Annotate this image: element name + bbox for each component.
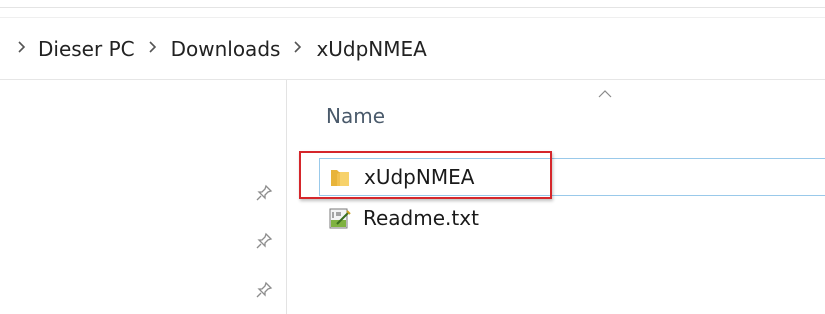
chevron-right-icon[interactable] <box>286 41 310 57</box>
navigation-pane <box>0 80 286 314</box>
breadcrumb-item-xudpnmea[interactable]: xUdpNMEA <box>310 37 432 61</box>
folder-icon <box>328 165 352 189</box>
pane-divider[interactable] <box>286 80 287 314</box>
file-explorer-window: Dieser PC Downloads xUdpNMEA Name xUdpNM… <box>0 0 825 314</box>
text-file-icon <box>327 206 351 230</box>
toolbar-divider-secondary <box>0 17 825 18</box>
chevron-up-icon <box>598 84 612 98</box>
breadcrumb-item-this-pc[interactable]: Dieser PC <box>32 37 141 61</box>
breadcrumb-item-downloads[interactable]: Downloads <box>165 37 287 61</box>
file-name: Readme.txt <box>363 206 479 230</box>
breadcrumb: Dieser PC Downloads xUdpNMEA <box>0 31 433 67</box>
toolbar-divider <box>0 7 825 8</box>
chevron-right-icon[interactable] <box>12 41 32 57</box>
chevron-right-icon[interactable] <box>141 41 165 57</box>
list-item[interactable]: Readme.txt <box>319 200 825 236</box>
list-item[interactable]: xUdpNMEA <box>319 158 825 196</box>
pin-icon[interactable] <box>255 184 273 202</box>
pin-icon[interactable] <box>255 232 273 250</box>
column-header-name[interactable]: Name <box>316 82 825 148</box>
pin-icon[interactable] <box>255 281 273 299</box>
column-header-label: Name <box>326 104 386 128</box>
file-name: xUdpNMEA <box>364 165 475 189</box>
